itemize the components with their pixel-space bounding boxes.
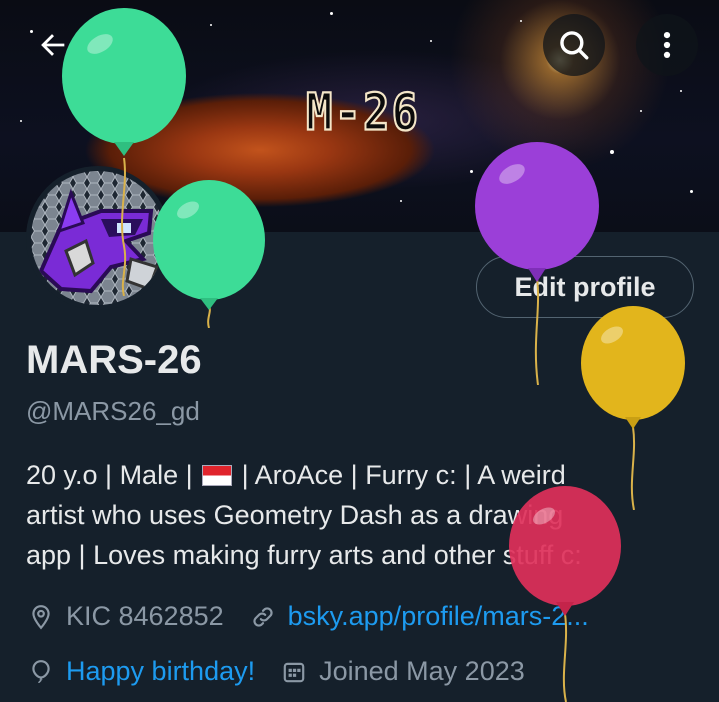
calendar-icon [279, 657, 309, 687]
bio-line-2: artist who uses Geometry Dash as a drawi… [26, 500, 564, 530]
more-vertical-icon [663, 31, 671, 59]
indonesia-flag-icon [202, 465, 233, 486]
banner-logo-text: M-26 [305, 82, 420, 143]
avatar-image [31, 171, 165, 305]
search-button[interactable] [543, 14, 605, 76]
profile-meta-row-2: Happy birthday! Joined May 2023 [26, 656, 525, 687]
search-icon [560, 31, 589, 60]
back-button[interactable] [22, 14, 84, 76]
profile-bio: 20 y.o | Male | | AroAce | Furry c: | A … [26, 455, 686, 575]
profile-meta-row-1: KIC 8462852 bsky.app/profile/mars-2... [26, 601, 589, 632]
back-arrow-icon [41, 34, 65, 56]
location-pin-icon [26, 602, 56, 632]
joined-date-text: Joined May 2023 [319, 656, 525, 686]
link-icon [248, 602, 278, 632]
more-options-button[interactable] [636, 14, 698, 76]
bio-line-3: app | Loves making furry arts and other … [26, 540, 582, 570]
display-name: MARS-26 [26, 338, 202, 382]
avatar[interactable] [26, 166, 170, 310]
birthday-text[interactable]: Happy birthday! [66, 656, 255, 687]
bio-line-1: 20 y.o | Male | | AroAce | Furry c: | A … [26, 460, 566, 490]
website-link[interactable]: bsky.app/profile/mars-2... [288, 601, 589, 632]
user-handle: @MARS26_gd [26, 396, 200, 426]
edit-profile-button[interactable]: Edit profile [476, 256, 694, 318]
balloon-icon [26, 657, 56, 687]
location-text: KIC 8462852 [66, 601, 224, 631]
